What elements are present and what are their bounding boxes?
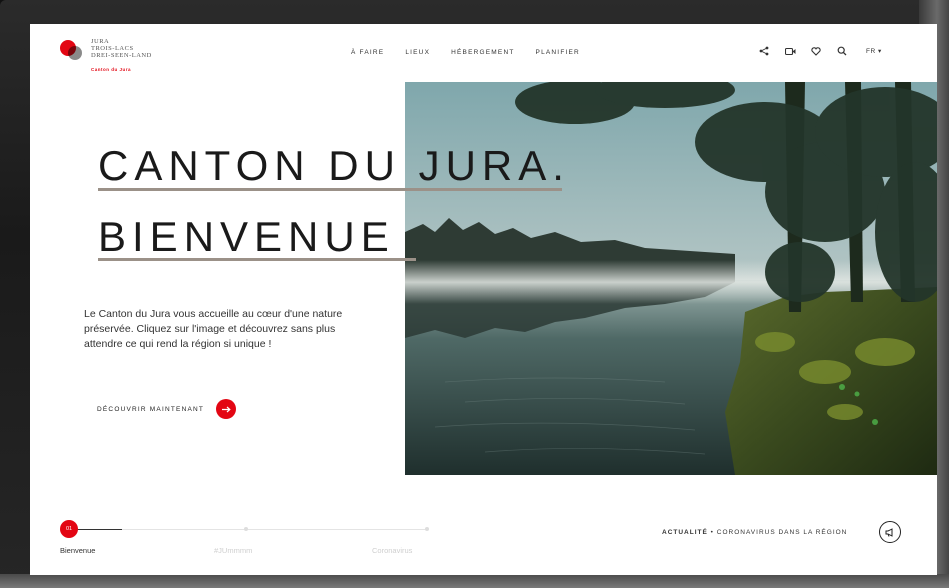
arrow-right-icon[interactable] <box>216 399 237 419</box>
megaphone-icon[interactable] <box>879 521 901 543</box>
logo-grey-circle <box>68 46 82 60</box>
news-ticker[interactable]: Actualité • Coronavirus dans la région <box>662 529 847 536</box>
nav-item-lieux[interactable]: Lieux <box>405 49 430 56</box>
device-frame: Jura Trois-Lacs Drei-Seen-Land Canton du… <box>0 0 949 588</box>
hero-lake-image[interactable] <box>405 82 937 475</box>
heart-icon[interactable] <box>810 45 822 57</box>
discover-now-link[interactable]: Découvrir maintenant <box>97 399 237 419</box>
hero-title-line-1: CANTON DU JURA. <box>98 142 570 189</box>
main-nav: À faire Lieux Hébergement Planifier <box>351 49 580 56</box>
language-selector[interactable]: FR ▾ <box>866 47 882 55</box>
news-text: Coronavirus dans la région <box>716 529 848 536</box>
slide-label-coronavirus[interactable]: Coronavirus <box>372 546 412 555</box>
slider-tick-2[interactable] <box>244 527 248 531</box>
logo-wordmark: Jura Trois-Lacs Drei-Seen-Land <box>91 38 152 59</box>
hero-intro-text: Le Canton du Jura vous accueille au cœur… <box>84 308 343 350</box>
share-icon[interactable] <box>758 45 770 57</box>
frame-bottom <box>0 574 949 588</box>
video-icon[interactable] <box>784 45 796 57</box>
lake-landscape-illustration <box>405 82 937 475</box>
nav-item-planifier[interactable]: Planifier <box>536 49 580 56</box>
slider-track <box>70 529 428 530</box>
nav-item-a-faire[interactable]: À faire <box>351 49 384 56</box>
brand-logo[interactable]: Jura Trois-Lacs Drei-Seen-Land Canton du… <box>60 36 200 74</box>
logo-line-1: Jura <box>91 38 110 45</box>
slider-tick-3[interactable] <box>425 527 429 531</box>
title-underline-1 <box>98 188 562 191</box>
logo-subtitle: Canton du Jura <box>91 67 132 72</box>
nav-item-hebergement[interactable]: Hébergement <box>451 49 514 56</box>
title-underline-2 <box>98 258 416 261</box>
logo-line-2: Trois-Lacs <box>91 45 134 52</box>
slide-label-jummmm[interactable]: #JUmmmm <box>214 546 252 555</box>
slide-label-bienvenue[interactable]: Bienvenue <box>60 546 95 555</box>
discover-now-label: Découvrir maintenant <box>97 405 205 413</box>
news-label: Actualité <box>662 529 708 536</box>
slider-current-dot[interactable]: 01 <box>60 520 78 538</box>
logo-line-3: Drei-Seen-Land <box>91 52 152 59</box>
search-icon[interactable] <box>836 45 848 57</box>
browser-screen: Jura Trois-Lacs Drei-Seen-Land Canton du… <box>30 24 937 575</box>
hero-title-line-2: BIENVENUE <box>98 213 395 260</box>
header-tools: FR ▾ <box>758 45 882 57</box>
